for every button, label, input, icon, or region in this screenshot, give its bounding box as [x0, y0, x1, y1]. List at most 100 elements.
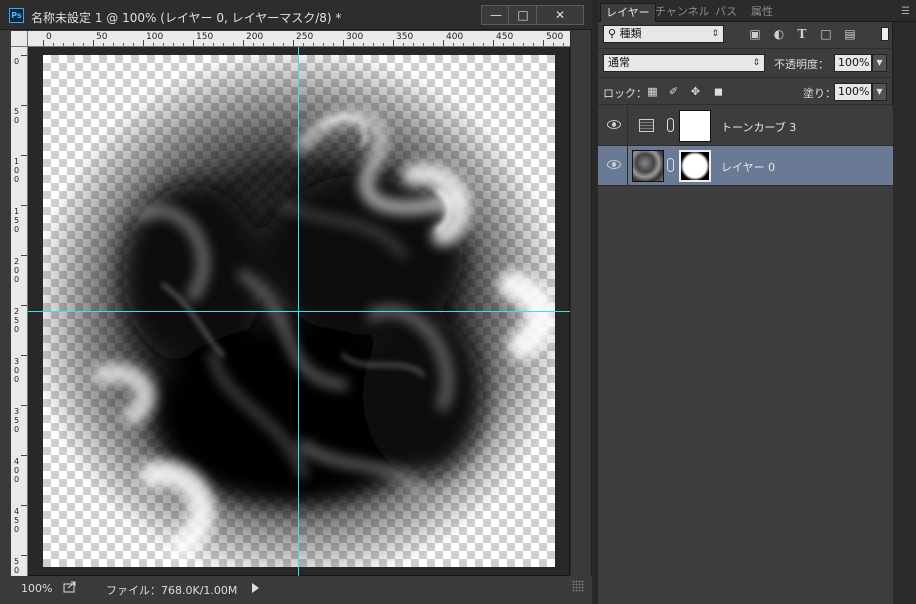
minimize-button[interactable]: — [481, 5, 511, 25]
layer-row-layer-0[interactable]: レイヤー 0 [598, 146, 893, 186]
ruler-minor-tick [313, 43, 314, 46]
ruler-minor-tick [263, 43, 264, 46]
kind-filter-select[interactable]: ⚲ 種類 ⇕ [603, 25, 724, 43]
visibility-eye-icon[interactable] [607, 160, 621, 169]
ruler-minor-tick [423, 43, 424, 46]
ruler-minor-tick [413, 43, 414, 46]
ruler-tick [21, 455, 27, 456]
fill-input[interactable]: 100% [834, 83, 872, 101]
opacity-dropdown-arrow-icon[interactable]: ▼ [872, 54, 887, 72]
ruler-tick [493, 40, 494, 46]
ruler-minor-tick [453, 43, 454, 46]
ruler-origin[interactable] [11, 31, 28, 47]
ruler-tick [193, 40, 194, 46]
ruler-minor-tick [463, 43, 464, 46]
document-window: Ps 名称未設定 1 @ 100% (レイヤー 0, レイヤーマスク/8) * … [0, 0, 592, 604]
ruler-minor-tick [303, 43, 304, 46]
ruler-label: 0 [46, 32, 52, 42]
ruler-minor-tick [553, 43, 554, 46]
maximize-button[interactable]: □ [508, 5, 538, 25]
ruler-minor-tick [333, 43, 334, 46]
kind-filter-value: 種類 [619, 27, 642, 40]
ruler-minor-tick [223, 43, 224, 46]
tab-paths[interactable]: パス [710, 3, 742, 22]
share-icon[interactable] [63, 581, 77, 593]
layer-mask-thumbnail[interactable] [679, 110, 711, 142]
layer-image-thumbnail[interactable] [632, 150, 664, 182]
smart-object-filter-icon[interactable]: ▤ [843, 27, 857, 41]
ruler-minor-tick [353, 43, 354, 46]
status-menu-arrow-icon[interactable] [252, 583, 259, 593]
ruler-label: 350 [14, 407, 20, 434]
blend-mode-value: 通常 [608, 56, 630, 69]
blend-mode-select[interactable]: 通常 ⇕ [603, 54, 765, 72]
tab-channels[interactable]: チャンネル [650, 3, 715, 22]
shape-filter-icon[interactable]: □ [819, 27, 833, 41]
ruler-label: 250 [14, 307, 20, 334]
lock-move-icon[interactable]: ✥ [689, 85, 702, 98]
ruler-label: 400 [14, 457, 20, 484]
ruler-label: 400 [446, 32, 464, 42]
ruler-tick [21, 205, 27, 206]
ruler-tick [21, 255, 27, 256]
ruler-minor-tick [483, 43, 484, 46]
ruler-label: 0 [14, 57, 20, 66]
blend-row: 通常 ⇕ 不透明度： 100% ▼ [598, 48, 893, 76]
layer-name[interactable]: レイヤー 0 [721, 159, 775, 175]
ruler-tick [393, 40, 394, 46]
layer-mask-thumbnail[interactable] [679, 150, 711, 182]
ruler-minor-tick [253, 43, 254, 46]
panel-menu-icon[interactable]: ☰ [901, 6, 910, 17]
document-title: 名称未設定 1 @ 100% (レイヤー 0, レイヤーマスク/8) * [31, 11, 342, 25]
tab-layers[interactable]: レイヤー [600, 3, 656, 22]
ruler-tick [21, 155, 27, 156]
adjustment-filter-icon[interactable]: ◐ [772, 27, 786, 41]
document-titlebar[interactable]: Ps 名称未設定 1 @ 100% (レイヤー 0, レイヤーマスク/8) * … [0, 0, 592, 30]
zoom-level[interactable]: 100% [21, 582, 52, 595]
tab-properties[interactable]: 属性 [746, 3, 778, 22]
layer-name[interactable]: トーンカーブ 3 [721, 119, 796, 135]
ruler-minor-tick [363, 43, 364, 46]
layers-panel: レイヤー チャンネル パス 属性 ☰ ⚲ 種類 ⇕ ▣ ◐ T □ ▤ 通常 ⇕… [598, 0, 916, 604]
ruler-minor-tick [203, 43, 204, 46]
resize-grip-icon[interactable] [572, 580, 584, 592]
lock-transparency-icon[interactable]: ▦ [646, 85, 659, 98]
ruler-minor-tick [533, 43, 534, 46]
ruler-minor-tick [403, 43, 404, 46]
filter-toggle-switch[interactable] [881, 27, 889, 41]
vertical-scrollbar[interactable] [570, 31, 589, 576]
visibility-eye-icon[interactable] [607, 120, 621, 129]
horizontal-ruler[interactable]: 0 50 100 150 200 250 300 350 400 450 500 [28, 31, 570, 47]
ruler-tick [21, 305, 27, 306]
ruler-minor-tick [103, 43, 104, 46]
ruler-label: 500 [14, 557, 20, 576]
chain-link-icon[interactable] [667, 118, 674, 132]
ruler-minor-tick [133, 43, 134, 46]
ruler-minor-tick [83, 43, 84, 46]
ruler-minor-tick [233, 43, 234, 46]
vertical-ruler[interactable]: 0 50 100 150 200 250 300 350 400 450 500 [11, 47, 28, 576]
ruler-tick [343, 40, 344, 46]
fill-dropdown-arrow-icon[interactable]: ▼ [872, 83, 887, 101]
ruler-label: 100 [14, 157, 20, 184]
ruler-minor-tick [283, 43, 284, 46]
ruler-label: 100 [146, 32, 164, 42]
lock-all-icon[interactable]: ◼ [712, 85, 725, 98]
ruler-minor-tick [153, 43, 154, 46]
ruler-minor-tick [523, 43, 524, 46]
ruler-label: 350 [396, 32, 414, 42]
type-filter-icon[interactable]: T [795, 27, 809, 41]
horizontal-guide[interactable] [28, 311, 570, 312]
ruler-label: 300 [346, 32, 364, 42]
opacity-input[interactable]: 100% [834, 54, 872, 72]
image-filter-icon[interactable]: ▣ [748, 27, 762, 41]
layer-row-tone-curve[interactable]: トーンカーブ 3 [598, 106, 893, 146]
chain-link-icon[interactable] [667, 158, 674, 172]
ruler-tick [93, 40, 94, 46]
close-button[interactable]: ✕ [536, 5, 584, 25]
ruler-minor-tick [53, 43, 54, 46]
photoshop-logo-icon: Ps [9, 8, 24, 23]
ruler-tick [21, 355, 27, 356]
ruler-label: 200 [14, 257, 20, 284]
lock-brush-icon[interactable]: ✐ [667, 85, 680, 98]
